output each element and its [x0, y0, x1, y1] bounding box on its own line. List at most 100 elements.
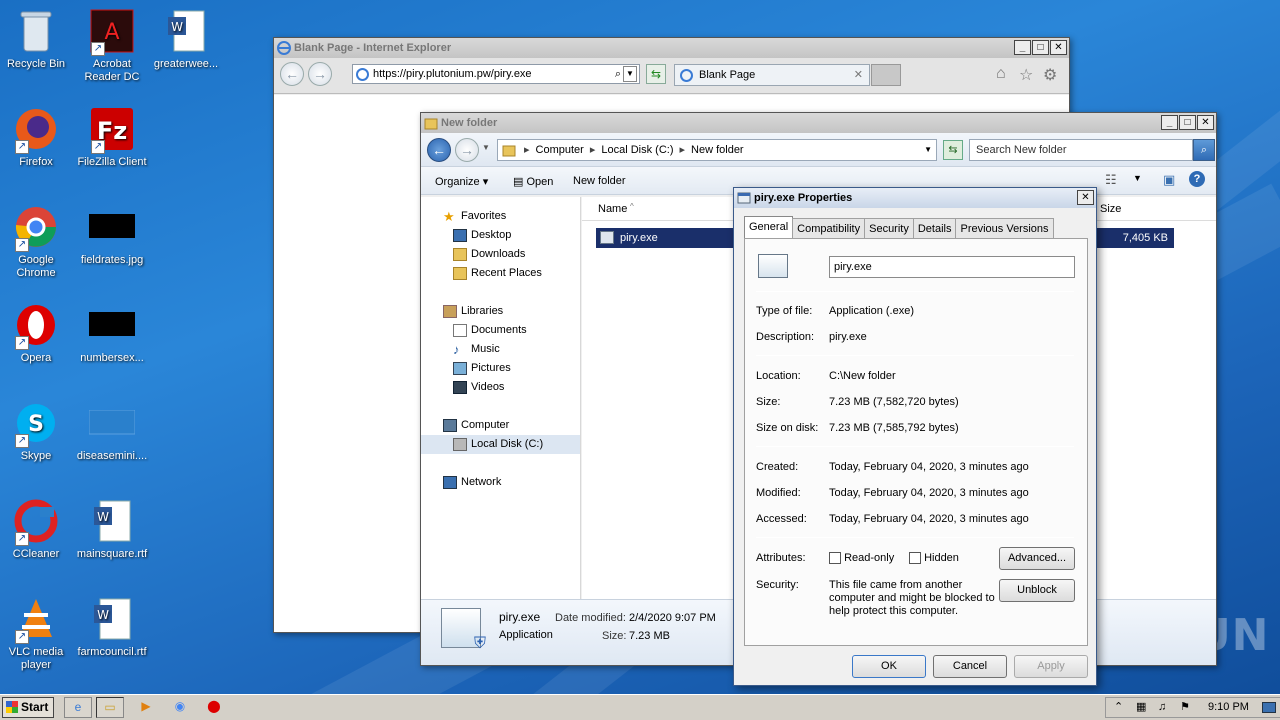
breadcrumb-local-disk[interactable]: Local Disk (C:): [601, 140, 673, 160]
desktop-icon-firefox[interactable]: ↗ Firefox: [0, 106, 72, 169]
refresh-icon[interactable]: ⇆: [943, 140, 963, 160]
close-button[interactable]: ✕: [1197, 115, 1214, 130]
breadcrumb[interactable]: ▸ Computer ▸ Local Disk (C:) ▸ New folder ▼: [497, 139, 937, 161]
tab-security[interactable]: Security: [864, 218, 914, 239]
favorites-star-icon[interactable]: ☆: [1019, 65, 1033, 85]
open-button[interactable]: ▤ Open: [513, 175, 553, 188]
tab-blank-page[interactable]: Blank Page ✕: [674, 64, 870, 86]
taskbar-opera[interactable]: ⬤: [200, 697, 228, 718]
address-bar[interactable]: https://piry.plutonium.pw/piry.exe ⌕ ▼: [352, 64, 640, 84]
tab-previous-versions[interactable]: Previous Versions: [955, 218, 1054, 239]
forward-arrow-icon[interactable]: →: [308, 62, 332, 86]
search-input[interactable]: Search New folder: [969, 139, 1193, 161]
ok-button[interactable]: OK: [852, 655, 926, 678]
desktop-icon-numbersex[interactable]: numbersex...: [76, 302, 148, 365]
close-tab-icon[interactable]: ✕: [854, 65, 863, 85]
show-desktop-icon[interactable]: [1262, 702, 1276, 713]
nav-videos[interactable]: Videos: [421, 378, 580, 397]
back-arrow-icon[interactable]: ←: [280, 62, 304, 86]
nav-computer[interactable]: Computer: [421, 416, 580, 435]
network-icon: [443, 476, 457, 489]
search-icon[interactable]: ⌕: [615, 65, 621, 83]
nav-recent-places[interactable]: Recent Places: [421, 264, 580, 283]
ie-titlebar[interactable]: Blank Page - Internet Explorer _ □ ✕: [274, 38, 1069, 58]
minimize-button[interactable]: _: [1161, 115, 1178, 130]
nav-pictures[interactable]: Pictures: [421, 359, 580, 378]
new-folder-button[interactable]: New folder: [573, 175, 626, 187]
dropdown-arrow-icon[interactable]: ▼: [924, 140, 932, 160]
desktop-icon-acrobat[interactable]: A ↗ Acrobat Reader DC: [76, 8, 148, 84]
show-hidden-icons-icon[interactable]: ⌃: [1114, 698, 1123, 717]
filename-field[interactable]: piry.exe: [829, 256, 1075, 278]
view-options-icon[interactable]: ☷: [1105, 172, 1117, 188]
nav-documents[interactable]: Documents: [421, 321, 580, 340]
nav-network[interactable]: Network: [421, 473, 580, 492]
hidden-checkbox[interactable]: [909, 552, 921, 565]
advanced-button[interactable]: Advanced...: [999, 547, 1075, 570]
desktop-icon-greaterwee[interactable]: W greaterwee...: [150, 8, 222, 71]
unblock-button[interactable]: Unblock: [999, 579, 1075, 602]
desktop-icon-diseasemini[interactable]: diseasemini....: [76, 400, 148, 463]
preview-pane-icon[interactable]: ▣: [1163, 172, 1175, 188]
breadcrumb-new-folder[interactable]: New folder: [691, 140, 744, 160]
help-icon[interactable]: ?: [1189, 171, 1205, 187]
desktop-icon-ccleaner[interactable]: ↗ CCleaner: [0, 498, 72, 561]
desktop-icon-recycle-bin[interactable]: Recycle Bin: [0, 8, 72, 71]
nav-downloads[interactable]: Downloads: [421, 245, 580, 264]
close-button[interactable]: ✕: [1050, 40, 1067, 55]
back-arrow-icon[interactable]: ←: [427, 138, 451, 162]
desktop-icon-opera[interactable]: ↗ Opera: [0, 302, 72, 365]
explorer-titlebar[interactable]: New folder _ □ ✕: [421, 113, 1216, 133]
dropdown-arrow-icon[interactable]: ▼: [1133, 173, 1142, 183]
desktop-icon-mainsquare[interactable]: W mainsquare.rtf: [76, 498, 148, 561]
desktop-icon-filezilla[interactable]: Fz ↗ FileZilla Client: [76, 106, 148, 169]
tab-details[interactable]: Details: [912, 218, 957, 239]
taskbar-ie[interactable]: e: [64, 697, 92, 718]
taskbar-explorer[interactable]: ▭: [96, 697, 124, 718]
tab-compatibility[interactable]: Compatibility: [792, 218, 866, 239]
nav-desktop[interactable]: Desktop: [421, 226, 580, 245]
volume-icon[interactable]: ♫: [1158, 698, 1166, 717]
gear-icon[interactable]: ⚙: [1043, 65, 1057, 85]
clock[interactable]: 9:10 PM: [1208, 698, 1249, 717]
details-modified-label: Date modified:: [555, 612, 626, 624]
home-icon[interactable]: ⌂: [996, 65, 1006, 83]
security-text: help protect this computer.: [829, 605, 959, 617]
column-header-size[interactable]: Size: [1100, 203, 1121, 215]
properties-dialog[interactable]: piry.exe Properties ✕ General Compatibil…: [733, 187, 1097, 686]
desktop-icon-skype[interactable]: S ↗ Skype: [0, 400, 72, 463]
hidden-checkbox-group[interactable]: Hidden: [909, 552, 959, 565]
maximize-button[interactable]: □: [1179, 115, 1196, 130]
readonly-checkbox-group[interactable]: Read-only: [829, 552, 894, 565]
minimize-button[interactable]: _: [1014, 40, 1031, 55]
taskbar-chrome[interactable]: ◉: [166, 697, 194, 718]
column-header-name[interactable]: Name: [598, 203, 627, 215]
desktop-icon-vlc[interactable]: ↗ VLC media player: [0, 596, 72, 672]
nav-favorites[interactable]: ★ Favorites: [421, 207, 580, 226]
action-center-flag-icon[interactable]: ⚑: [1180, 698, 1190, 717]
new-tab-button[interactable]: [871, 64, 901, 86]
desktop-icon-farmcouncil[interactable]: W farmcouncil.rtf: [76, 596, 148, 659]
nav-music[interactable]: ♪ Music: [421, 340, 580, 359]
desktop-icon-fieldrates[interactable]: fieldrates.jpg: [76, 204, 148, 267]
apply-button[interactable]: Apply: [1014, 655, 1088, 678]
close-button[interactable]: ✕: [1077, 190, 1094, 205]
search-icon[interactable]: ⌕: [1193, 139, 1215, 161]
refresh-icon[interactable]: ⇆: [646, 64, 666, 84]
nav-local-disk[interactable]: Local Disk (C:): [421, 435, 580, 454]
network-icon[interactable]: ▦: [1136, 698, 1146, 717]
recent-pages-dropdown-icon[interactable]: ▼: [482, 143, 490, 152]
maximize-button[interactable]: □: [1032, 40, 1049, 55]
start-button[interactable]: Start: [2, 697, 54, 718]
breadcrumb-computer[interactable]: Computer: [536, 140, 584, 160]
desktop-icon-chrome[interactable]: ↗ Google Chrome: [0, 204, 72, 280]
dropdown-arrow-icon[interactable]: ▼: [623, 66, 637, 82]
forward-arrow-icon[interactable]: →: [455, 138, 479, 162]
nav-libraries[interactable]: Libraries: [421, 302, 580, 321]
cancel-button[interactable]: Cancel: [933, 655, 1007, 678]
taskbar-media-player[interactable]: ▶: [132, 697, 160, 718]
readonly-checkbox[interactable]: [829, 552, 841, 565]
properties-titlebar[interactable]: piry.exe Properties ✕: [734, 188, 1096, 208]
organize-menu[interactable]: Organize ▾: [435, 175, 488, 188]
tab-general[interactable]: General: [744, 216, 794, 240]
